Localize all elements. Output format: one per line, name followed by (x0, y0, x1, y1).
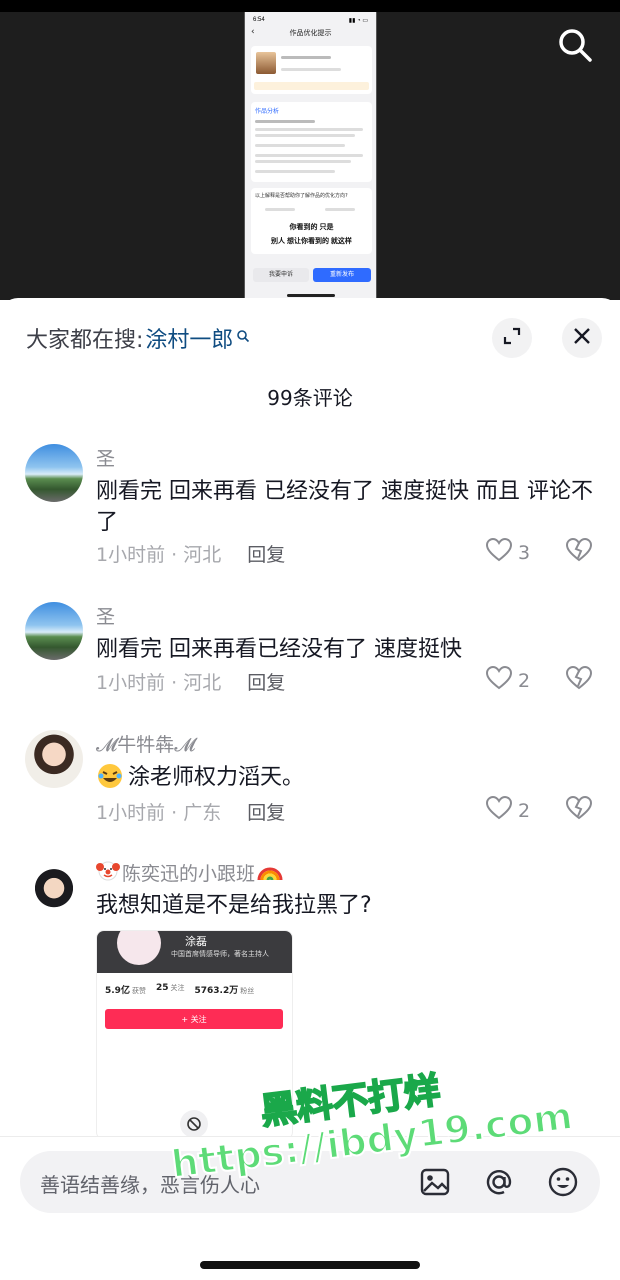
avatar[interactable] (25, 730, 83, 788)
broken-heart-icon[interactable] (565, 665, 593, 694)
search-keyword-link[interactable]: 涂村一郎 (145, 322, 233, 354)
at-icon[interactable] (482, 1165, 516, 1199)
heart-icon (485, 795, 513, 825)
phone-status-bar: 6:54 ▮▮ ◔ ▭ (253, 17, 368, 24)
comment-time-location: 1小时前 · 河北 (96, 544, 222, 566)
username-text: 陈奕迅的小跟班 (122, 863, 256, 885)
image-profile-photo (117, 931, 161, 965)
image-follow-button: + 关注 (105, 1009, 283, 1029)
like-count: 3 (518, 541, 531, 564)
phone-card (251, 46, 372, 94)
clown-emoji-icon (96, 858, 120, 887)
like-button[interactable]: 2 (485, 665, 531, 695)
comment-text: 涂老师权力滔天。 (96, 762, 596, 793)
phone-thumbnail (256, 52, 276, 74)
comment-body: 涂老师权力滔天。 (128, 765, 305, 790)
search-icon[interactable] (556, 26, 594, 64)
expand-button[interactable] (492, 318, 532, 358)
comment-text: 刚看完 回来再看 已经没有了 速度挺快 而且 评论不了 (96, 479, 593, 535)
expand-icon (502, 326, 522, 350)
comment-meta: 1小时前 · 河北 回复 (96, 540, 285, 567)
phone-title: 作品优化提示 (289, 30, 332, 37)
heart-icon (485, 665, 513, 695)
video-frame: 6:54 ▮▮ ◔ ▭ ‹ 作品优化提示 作品分析 以上解释是否帮助你了解作品的优… (244, 12, 377, 300)
comment-input[interactable]: 善语结善缘，恶言伤人心 (20, 1151, 600, 1213)
search-icon (236, 324, 250, 343)
comment-time-location: 1小时前 · 河北 (96, 672, 222, 694)
broken-heart-icon[interactable] (565, 537, 593, 566)
laughing-emoji-icon (96, 762, 124, 790)
comment-username[interactable]: 圣 (96, 602, 115, 629)
comment-sheet: 大家都在搜: 涂村一郎 99条评论 圣 刚看完 回来再看 已经没有了 速度挺快 … (0, 298, 620, 1280)
image-profile-name: 涂磊 (185, 935, 207, 948)
comment-text: 我想知道是不是给我拉黑了? (96, 893, 372, 918)
avatar[interactable] (25, 858, 83, 916)
image-header: 涂磊 中国首席情感导师，著名主持人 (97, 931, 292, 973)
search-prefix: 大家都在搜: (26, 328, 144, 353)
comment-username[interactable]: 𝓜牛牪犇𝓜 (96, 730, 196, 757)
comment-username[interactable]: 陈奕迅的小跟班 (96, 858, 283, 887)
block-icon[interactable] (180, 1110, 208, 1138)
like-button[interactable]: 3 (485, 537, 531, 567)
image-profile-stats: 5.9亿 获赞 25 关注 5763.2万 粉丝 (105, 983, 255, 996)
emoji-icon[interactable] (546, 1165, 580, 1199)
reply-button[interactable]: 回复 (247, 668, 285, 695)
avatar[interactable] (25, 444, 83, 502)
reply-button[interactable]: 回复 (247, 798, 285, 825)
phone-feedback-card: 以上解释是否帮助你了解作品的优化方向? 你看到的 只是 别人 想让你看到的 就这… (251, 188, 372, 254)
comment-text: 刚看完 回来再看已经没有了 速度挺快 (96, 637, 462, 662)
heart-icon (485, 537, 513, 567)
home-indicator (200, 1261, 420, 1269)
comment-meta: 1小时前 · 广东 回复 (96, 798, 285, 825)
rainbow-emoji-icon (257, 858, 283, 887)
phone-appeal-button: 我要申诉 (253, 268, 309, 282)
close-button[interactable] (562, 318, 602, 358)
phone-republish-button: 重新发布 (313, 268, 371, 282)
close-icon (573, 327, 591, 349)
comment-input-placeholder: 善语结善缘，恶言伤人心 (40, 1173, 260, 1197)
avatar[interactable] (25, 602, 83, 660)
phone-analysis-card: 作品分析 (251, 102, 372, 182)
phone-overlay-text-1: 你看到的 只是 (289, 224, 334, 231)
comment-time-location: 1小时前 · 广东 (96, 802, 222, 824)
comment-username[interactable]: 圣 (96, 444, 115, 471)
search-suggestion[interactable]: 大家都在搜: 涂村一郎 (26, 322, 250, 354)
status-strip (0, 0, 620, 12)
comment-image[interactable]: 涂磊 中国首席情感导师，著名主持人 5.9亿 获赞 25 关注 5763.2万 粉丝 … (96, 930, 293, 1140)
like-count: 2 (518, 669, 531, 692)
reply-button[interactable]: 回复 (247, 540, 285, 567)
comment-input-bar: 善语结善缘，恶言伤人心 (0, 1136, 620, 1280)
broken-heart-icon[interactable] (565, 795, 593, 824)
image-icon[interactable] (418, 1165, 452, 1199)
phone-overlay-text-2: 别人 想让你看到的 就这样 (271, 238, 352, 245)
like-count: 2 (518, 799, 531, 822)
video-player[interactable]: 6:54 ▮▮ ◔ ▭ ‹ 作品优化提示 作品分析 以上解释是否帮助你了解作品的优… (0, 0, 620, 300)
image-profile-subtitle: 中国首席情感导师，著名主持人 (171, 950, 269, 958)
like-button[interactable]: 2 (485, 795, 531, 825)
comment-meta: 1小时前 · 河北 回复 (96, 668, 285, 695)
comments-count: 99条评论 (267, 386, 353, 410)
